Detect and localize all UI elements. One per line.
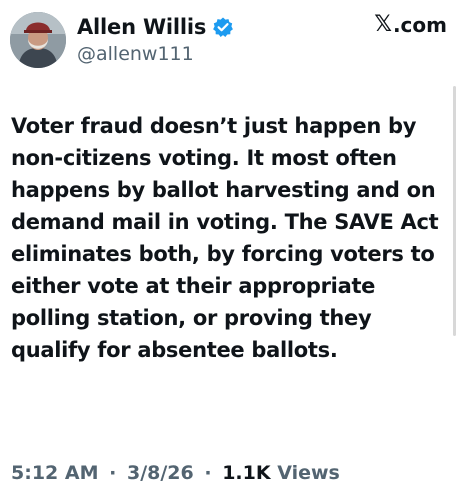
display-name-row: Allen Willis	[77, 13, 234, 41]
views-label: Views	[277, 462, 340, 484]
author-handle[interactable]: @allenw111	[77, 43, 234, 65]
tweet-time[interactable]: 5:12 AM	[11, 462, 99, 484]
tweet-meta: 5:12 AM · 3/8/26 · 1.1K Views	[11, 462, 340, 484]
views-count[interactable]: 1.1K	[222, 462, 270, 484]
meta-separator: ·	[109, 462, 117, 484]
tweet-date[interactable]: 3/8/26	[127, 462, 194, 484]
avatar[interactable]	[10, 12, 66, 68]
scrollbar[interactable]	[453, 86, 456, 336]
source-label: 𝕏 .com	[374, 12, 447, 37]
x-logo-icon: 𝕏	[374, 12, 392, 37]
display-name[interactable]: Allen Willis	[77, 15, 206, 39]
meta-separator: ·	[204, 462, 212, 484]
avatar-photo-icon	[10, 12, 66, 68]
author-names: Allen Willis @allenw111	[77, 13, 234, 65]
source-domain: .com	[392, 12, 447, 37]
verified-badge-icon	[212, 16, 234, 38]
tweet-text: Voter fraud doesn’t just happen by non-c…	[11, 114, 439, 362]
tweet-header: Allen Willis @allenw111 𝕏 .com	[10, 10, 447, 70]
